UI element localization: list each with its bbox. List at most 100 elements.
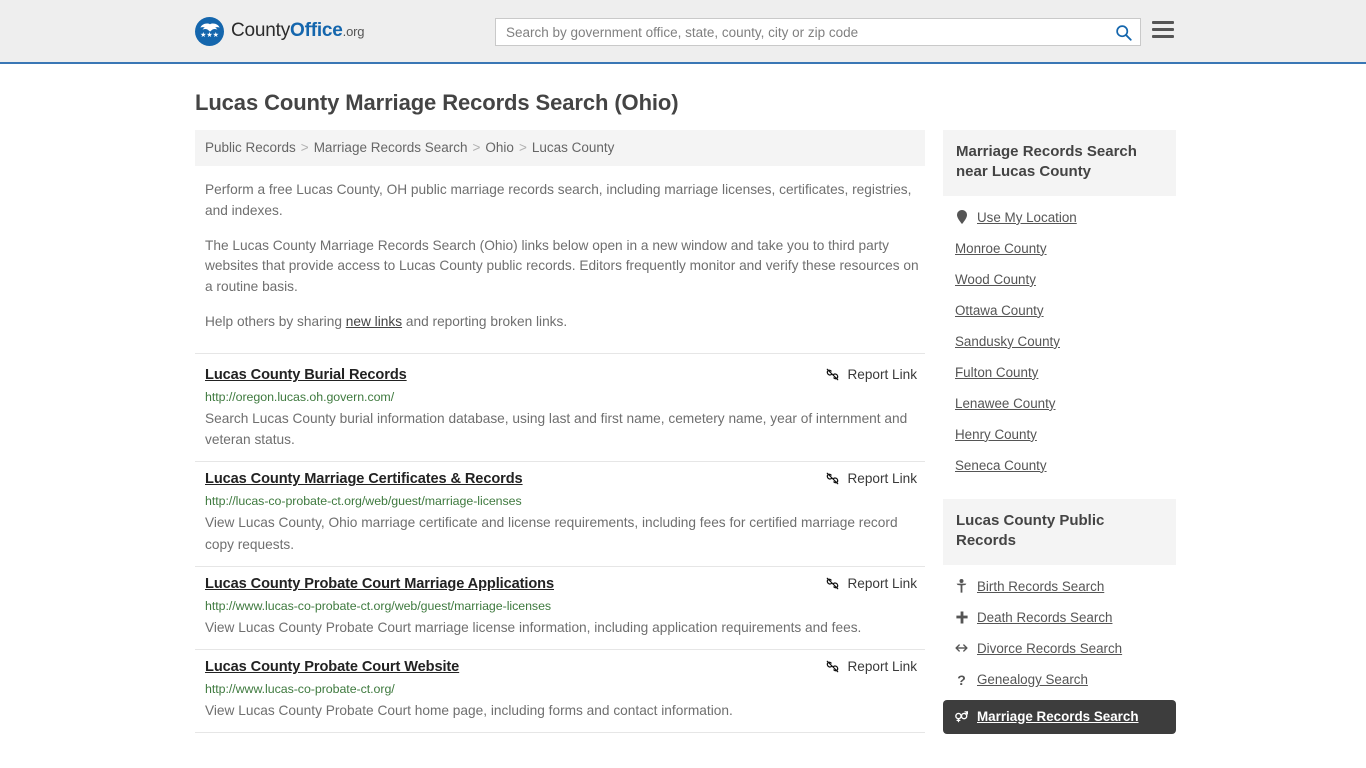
broken-link-icon [827,368,839,381]
report-link-button[interactable]: Report Link [825,576,917,591]
report-link-label: Report Link [847,659,917,675]
sidebar-link-label[interactable]: Fulton County [955,365,1038,380]
sidebar-link-label[interactable]: Ottawa County [955,303,1044,318]
sidebar: Marriage Records Search near Lucas Count… [943,130,1176,752]
logo-text-county: County [231,20,291,41]
sidebar-item-death-records-search[interactable]: Death Records Search [943,602,1176,633]
sidebar-link-label[interactable]: Birth Records Search [977,579,1104,594]
report-link-button[interactable]: Report Link [825,471,917,486]
widget-nearby-heading: Marriage Records Search near Lucas Count… [943,130,1176,196]
site-header: ★★★ CountyOffice.org [0,0,1366,64]
report-link-button[interactable]: Report Link [825,659,917,674]
intro-paragraph-2: The Lucas County Marriage Records Search… [205,237,919,295]
result-description: View Lucas County Probate Court marriage… [205,619,862,635]
search-input[interactable] [496,19,1106,45]
report-link-label: Report Link [847,366,917,382]
intro-paragraph-1: Perform a free Lucas County, OH public m… [205,182,912,218]
result-description: View Lucas County, Ohio marriage certifi… [205,515,898,552]
breadcrumb-item-public-records[interactable]: Public Records [205,140,296,155]
site-logo[interactable]: ★★★ CountyOffice.org [195,16,364,46]
county-office-seal-icon: ★★★ [195,16,224,46]
sidebar-link-label[interactable]: Genealogy Search [977,672,1088,687]
sidebar-link-label[interactable]: Henry County [955,427,1037,442]
sidebar-item-seneca-county[interactable]: Seneca County [943,450,1176,481]
sidebar-link-label[interactable]: Divorce Records Search [977,641,1122,656]
sidebar-item-genealogy-search[interactable]: ? Genealogy Search [943,664,1176,696]
widget-nearby-list: Use My Location Monroe County Wood Count… [943,196,1176,481]
hamburger-menu-icon[interactable] [1152,21,1174,38]
hamburger-bar [1152,35,1174,38]
broken-link-icon [827,473,839,485]
breadcrumb: Public Records > Marriage Records Search > O… [195,130,925,166]
new-links-link[interactable]: new links [346,314,402,329]
result-title[interactable]: Lucas County Probate Court Marriage Appl… [205,576,554,592]
sidebar-link-label[interactable]: Marriage Records Search [977,709,1139,724]
sidebar-link-label[interactable]: Monroe County [955,241,1047,256]
report-link-label: Report Link [847,575,917,591]
result-item: Lucas County Burial Records Report Link … [195,352,925,463]
main-column: Public Records > Marriage Records Search > O… [195,130,925,752]
sidebar-link-label[interactable]: Use My Location [977,210,1077,225]
intro-p3-before: Help others by sharing [205,314,346,330]
male-female-icon [955,710,968,723]
intro-p3-after: and reporting broken links. [402,314,568,330]
result-item: Lucas County Probate Court Website Repor… [195,650,925,734]
search-button[interactable] [1106,19,1140,45]
sidebar-link-label[interactable]: Death Records Search [977,610,1112,625]
hamburger-bar [1152,28,1174,31]
result-url: http://www.lucas-co-probate-ct.org/ [205,682,395,697]
sidebar-item-use-my-location[interactable]: Use My Location [943,202,1176,233]
search-bar[interactable] [495,18,1141,46]
sidebar-item-wood-county[interactable]: Wood County [943,264,1176,295]
logo-text-org: .org [342,24,365,39]
sidebar-item-fulton-county[interactable]: Fulton County [943,357,1176,388]
sidebar-link-label[interactable]: Seneca County [955,458,1047,473]
seal-stars: ★★★ [200,31,219,39]
logo-text-office: Office [290,20,343,41]
breadcrumb-separator: > [518,140,527,155]
result-description: Search Lucas County burial information d… [205,410,908,448]
page-container: Lucas County Marriage Records Search (Oh… [0,90,1366,752]
sidebar-item-monroe-county[interactable]: Monroe County [943,233,1176,264]
sidebar-item-sandusky-county[interactable]: Sandusky County [943,326,1176,357]
breadcrumb-separator: > [300,140,309,155]
sidebar-item-divorce-records-search[interactable]: Divorce Records Search [943,633,1176,664]
breadcrumb-item-lucas-county[interactable]: Lucas County [532,140,615,155]
widget-public-records-list: Birth Records Search Death Records Searc… [943,565,1176,734]
sidebar-item-henry-county[interactable]: Henry County [943,419,1176,450]
breadcrumb-item-ohio[interactable]: Ohio [485,140,514,155]
page-title: Lucas County Marriage Records Search (Oh… [195,90,679,115]
hamburger-bar [1152,21,1174,24]
result-url: http://oregon.lucas.oh.govern.com/ [205,389,395,404]
report-link-button[interactable]: Report Link [825,367,917,382]
logo-wordmark: CountyOffice.org [231,20,364,42]
result-title[interactable]: Lucas County Burial Records [205,367,407,383]
result-url: http://lucas-co-probate-ct.org/web/guest… [205,494,522,509]
left-right-arrow-icon [955,643,968,653]
result-title[interactable]: Lucas County Probate Court Website [205,659,459,675]
result-description: View Lucas County Probate Court home pag… [205,703,733,719]
result-url: http://www.lucas-co-probate-ct.org/web/g… [205,598,552,613]
breadcrumb-item-marriage-records-search[interactable]: Marriage Records Search [314,140,468,155]
sidebar-link-label[interactable]: Wood County [955,272,1036,287]
widget-public-records-heading: Lucas County Public Records [943,498,1176,565]
widget-nearby-counties: Marriage Records Search near Lucas Count… [943,130,1176,481]
report-link-label: Report Link [847,471,917,487]
broken-link-icon [827,577,839,590]
search-icon [1115,24,1132,41]
sidebar-link-label[interactable]: Sandusky County [955,334,1060,349]
result-item: Lucas County Probate Court Marriage Appl… [195,567,925,651]
intro-paragraph-3: Help others by sharing new links and rep… [205,312,920,333]
question-mark-icon: ? [957,671,966,688]
sidebar-item-ottawa-county[interactable]: Ottawa County [943,295,1176,326]
result-title[interactable]: Lucas County Marriage Certificates & Rec… [205,471,523,487]
sidebar-item-birth-records-search[interactable]: Birth Records Search [943,571,1176,602]
sidebar-item-lenawee-county[interactable]: Lenawee County [943,388,1176,419]
broken-link-icon [827,660,839,673]
cross-icon [955,611,968,624]
intro-section: Perform a free Lucas County, OH public m… [195,180,925,333]
sidebar-link-label[interactable]: Lenawee County [955,396,1056,411]
baby-icon [955,579,968,593]
sidebar-item-marriage-records-search[interactable]: Marriage Records Search [943,699,1176,734]
content-row: Public Records > Marriage Records Search > O… [195,130,1366,752]
